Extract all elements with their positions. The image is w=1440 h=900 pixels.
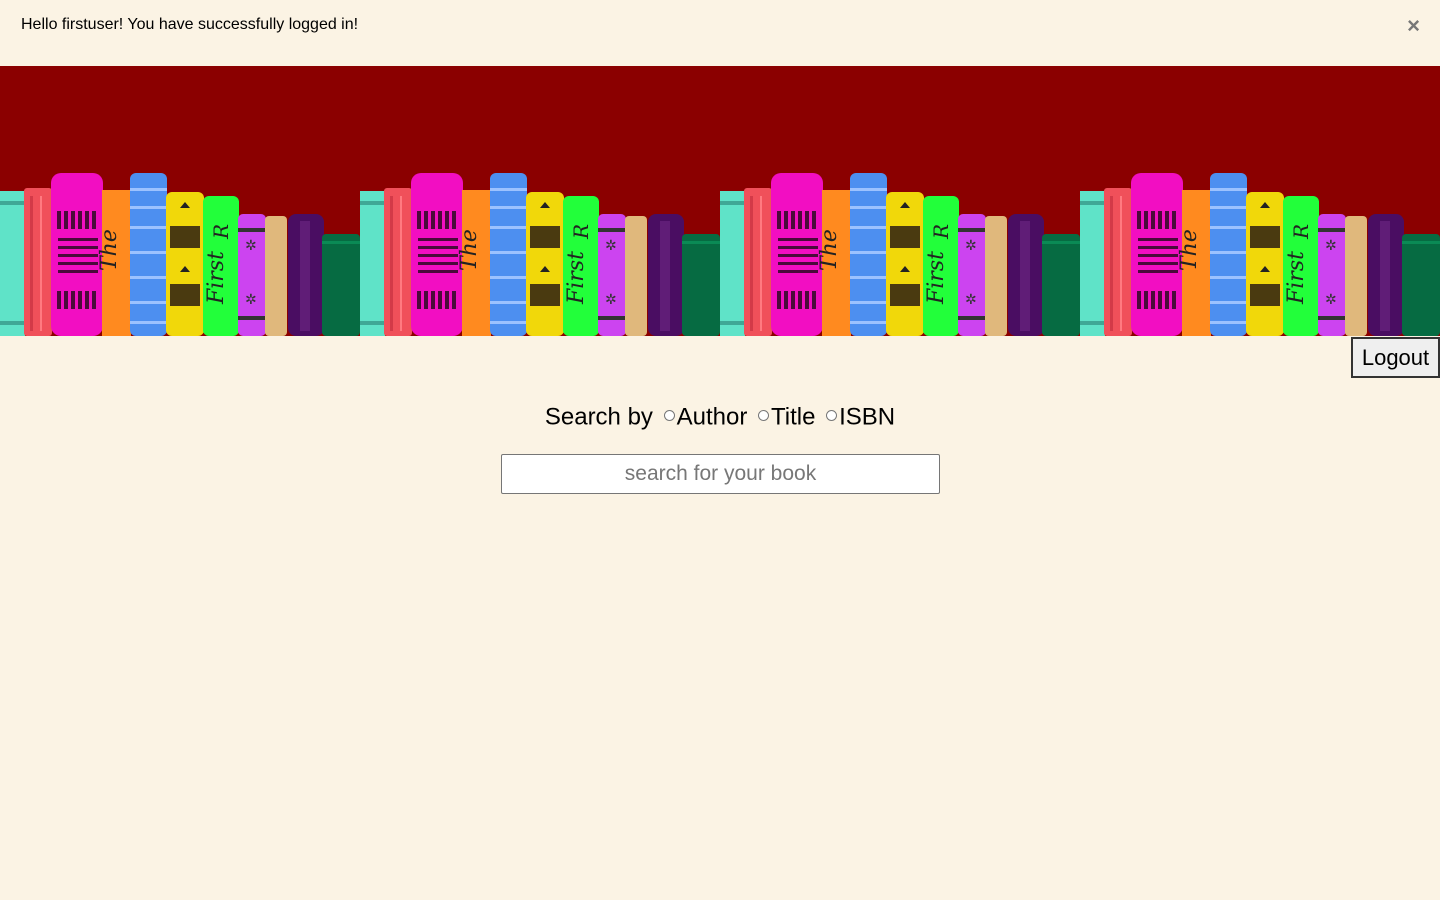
flash-message-text: Hello firstuser! You have successfully l…: [21, 16, 359, 33]
flash-message: Hello firstuser! You have successfully l…: [0, 0, 1440, 66]
bookshelf-banner: The First R: [0, 66, 1440, 336]
bookshelf-image: The First R: [0, 173, 1440, 336]
author-radio[interactable]: [663, 410, 675, 422]
title-radio[interactable]: [757, 410, 769, 422]
isbn-label[interactable]: ISBN: [839, 404, 895, 431]
search-input[interactable]: [501, 454, 940, 494]
isbn-radio[interactable]: [826, 410, 838, 422]
author-label[interactable]: Author: [677, 404, 748, 431]
close-icon[interactable]: ×: [1407, 14, 1420, 38]
search-by-label: Search by: [544, 403, 653, 431]
title-label[interactable]: Title: [771, 404, 815, 431]
search-by-group: Search by Author Title ISBN: [0, 401, 1440, 434]
logout-button[interactable]: Logout: [1351, 337, 1440, 378]
